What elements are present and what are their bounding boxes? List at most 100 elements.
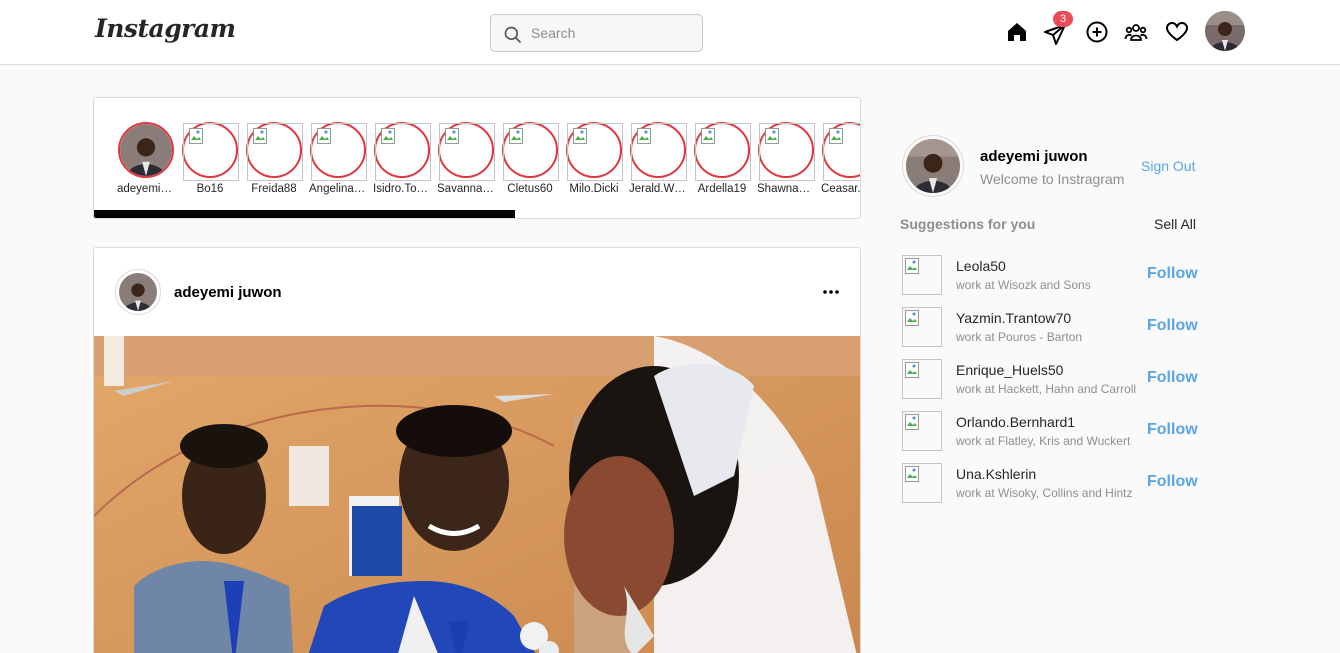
story-item[interactable]: Freida88 — [245, 122, 303, 195]
post-author-name[interactable]: adeyemi juwon — [174, 284, 282, 301]
suggestion-row: Leola50 work at Wisozk and Sons Follow — [902, 255, 1202, 295]
stories-tray: adeyemi juwon Bo16 Freida88 Angelina_Hauck I… — [93, 97, 861, 219]
suggestion-username[interactable]: Leola50 — [956, 258, 1006, 274]
story-item[interactable]: Isidro.Towne — [373, 122, 431, 195]
top-nav-bar: Instagram 3 — [0, 0, 1340, 65]
broken-image-icon — [317, 128, 331, 144]
broken-image-icon — [701, 128, 715, 144]
story-username: Cletus60 — [507, 183, 553, 195]
suggestion-avatar[interactable] — [902, 307, 942, 347]
broken-image-icon — [829, 128, 843, 144]
broken-image-placeholder — [567, 123, 623, 181]
broken-image-placeholder — [759, 123, 815, 181]
story-username: Shawna_Kihn — [757, 183, 815, 195]
suggestion-username[interactable]: Una.Kshlerin — [956, 466, 1036, 482]
story-item[interactable]: Cletus60 — [501, 122, 559, 195]
follow-button[interactable]: Follow — [1147, 369, 1198, 387]
follow-button[interactable]: Follow — [1147, 421, 1198, 439]
see-all-link[interactable]: Sell All — [1154, 216, 1196, 232]
story-item[interactable]: adeyemi juwon — [117, 122, 175, 195]
story-username: Isidro.Towne — [373, 183, 431, 195]
post-author-avatar[interactable] — [115, 269, 161, 315]
suggestion-username[interactable]: Orlando.Bernhard1 — [956, 414, 1075, 430]
story-item[interactable]: Ardella19 — [693, 122, 751, 195]
post-author-photo — [119, 273, 157, 311]
story-item[interactable]: Savannah.Jakubowski — [437, 122, 495, 195]
broken-image-icon — [765, 128, 779, 144]
home-icon[interactable] — [1005, 20, 1029, 44]
suggestion-username[interactable]: Enrique_Huels50 — [956, 362, 1063, 378]
suggestion-workplace: work at Wisoky, Collins and Hintz — [956, 486, 1133, 500]
suggestion-workplace: work at Pouros - Barton — [956, 330, 1083, 344]
stories-scrollbar[interactable] — [94, 210, 516, 218]
broken-image-placeholder — [311, 123, 367, 181]
broken-image-icon — [445, 128, 459, 144]
messages-badge: 3 — [1053, 11, 1073, 27]
suggestion-workplace: work at Hackett, Hahn and Carroll — [956, 382, 1137, 396]
broken-image-icon — [189, 128, 203, 144]
story-username: Savannah.Jakubowski — [437, 183, 495, 195]
story-item[interactable]: Jerald.Weber — [629, 122, 687, 195]
broken-image-icon — [905, 414, 919, 430]
suggestion-username[interactable]: Yazmin.Trantow70 — [956, 310, 1071, 326]
new-post-icon[interactable] — [1085, 20, 1109, 44]
post-photo — [94, 336, 860, 653]
story-item[interactable]: Milo.Dicki — [565, 122, 623, 195]
search-box[interactable] — [490, 14, 703, 52]
profile-avatar[interactable] — [1205, 11, 1245, 51]
suggestion-avatar[interactable] — [902, 463, 942, 503]
suggestions-heading: Suggestions for you — [900, 216, 1036, 232]
follow-button[interactable]: Follow — [1147, 265, 1198, 283]
broken-image-icon — [573, 128, 587, 144]
broken-image-icon — [905, 310, 919, 326]
story-username: adeyemi juwon — [117, 183, 175, 195]
suggestion-row: Enrique_Huels50work at Hackett, Hahn and… — [902, 359, 1202, 399]
people-icon[interactable] — [1124, 20, 1148, 44]
search-icon — [504, 26, 522, 44]
search-input[interactable] — [531, 23, 691, 43]
story-item[interactable]: Angelina_Hauck — [309, 122, 367, 195]
broken-image-placeholder — [503, 123, 559, 181]
story-username: Bo16 — [196, 183, 224, 195]
post-image[interactable] — [94, 336, 860, 653]
broken-image-placeholder — [695, 123, 751, 181]
current-user-avatar[interactable] — [902, 135, 964, 197]
story-username: Jerald.Weber — [629, 183, 687, 195]
broken-image-icon — [905, 362, 919, 378]
suggestion-avatar[interactable] — [902, 359, 942, 399]
story-item[interactable]: Bo16 — [181, 122, 239, 195]
story-username: Ardella19 — [697, 183, 747, 195]
profile-photo — [1205, 11, 1245, 51]
broken-image-icon — [637, 128, 651, 144]
broken-image-placeholder — [183, 123, 239, 181]
more-horizontal-icon[interactable] — [821, 282, 841, 302]
story-username: Ceasar.Kuhn — [821, 183, 861, 195]
suggestion-row: Una.Kshlerin work at Wisoky, Collins and … — [902, 463, 1202, 503]
broken-image-icon — [381, 128, 395, 144]
story-item[interactable]: Shawna_Kihn — [757, 122, 815, 195]
story-username: Milo.Dicki — [569, 183, 619, 195]
broken-image-icon — [905, 466, 919, 482]
follow-button[interactable]: Follow — [1147, 473, 1198, 491]
broken-image-placeholder — [823, 123, 860, 181]
story-username: Angelina_Hauck — [309, 183, 367, 195]
current-user-photo — [906, 139, 960, 193]
sign-out-button[interactable]: Sign Out — [1141, 158, 1195, 174]
follow-button[interactable]: Follow — [1147, 317, 1198, 335]
suggestion-row: Orlando.Bernhard1 work at Flatley, Kris a… — [902, 411, 1202, 451]
story-ring — [118, 122, 174, 178]
broken-image-icon — [905, 258, 919, 274]
instagram-logo[interactable]: Instagram — [95, 14, 236, 43]
broken-image-placeholder — [247, 123, 303, 181]
story-photo — [120, 124, 172, 176]
suggestion-avatar[interactable] — [902, 411, 942, 451]
broken-image-icon — [253, 128, 267, 144]
broken-image-placeholder — [375, 123, 431, 181]
suggestion-avatar[interactable] — [902, 255, 942, 295]
story-item[interactable]: Ceasar.Kuhn — [821, 122, 861, 195]
suggestion-row: Yazmin.Trantow70 work at Pouros - Barton F… — [902, 307, 1202, 347]
broken-image-placeholder — [439, 123, 495, 181]
current-user-name[interactable]: adeyemi juwon — [980, 148, 1088, 165]
heart-icon[interactable] — [1165, 20, 1189, 44]
feed-post: adeyemi juwon — [93, 247, 861, 653]
